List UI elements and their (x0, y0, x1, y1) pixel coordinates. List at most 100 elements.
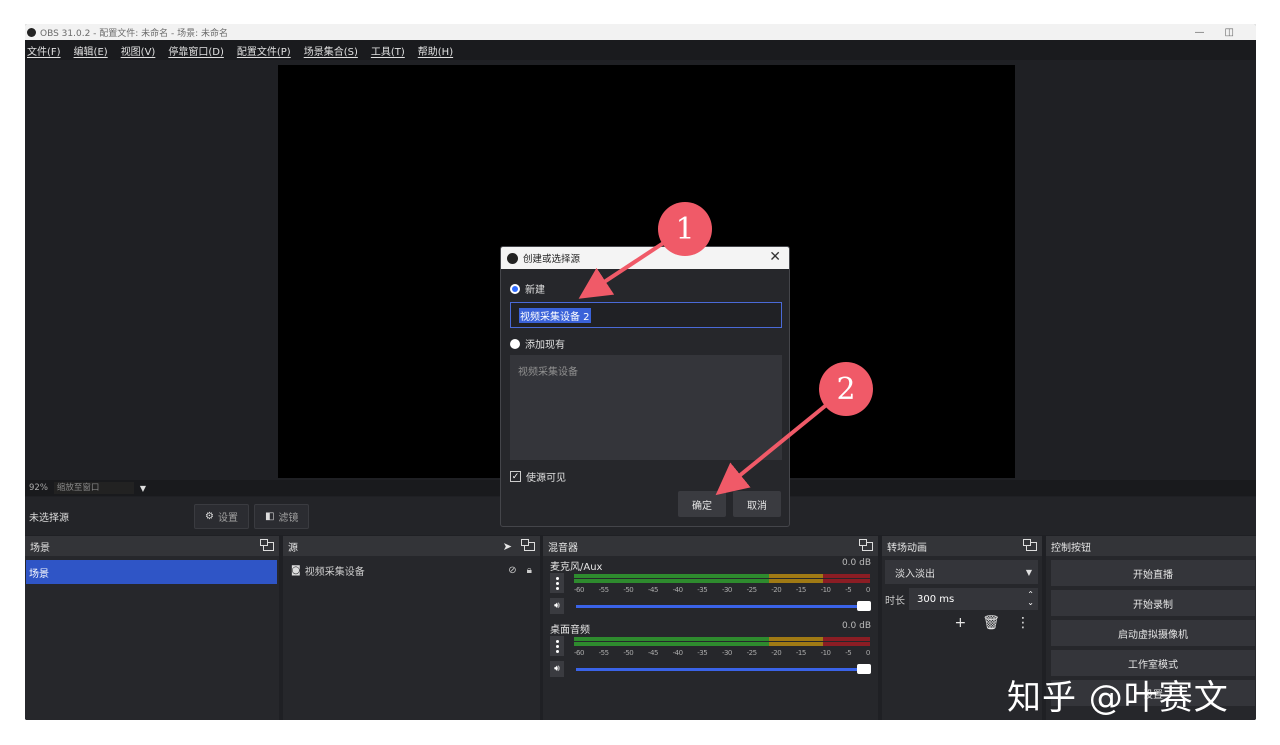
source-filters-button[interactable]: ◧ 滤镜 (253, 503, 310, 529)
meter-tick: -55 (598, 649, 609, 657)
source-list-item[interactable]: ◙ 视频采集设备 ⊘ 🔒︎ (283, 560, 540, 580)
undock-icon[interactable] (521, 538, 535, 551)
source-name: 视频采集设备 (304, 566, 365, 578)
window-title: OBS 31.0.2 - 配置文件: 未命名 - 场景: 未命名 (40, 28, 229, 39)
menu-scene-collection[interactable]: 场景集合(S) (304, 43, 358, 58)
gear-icon: ⚙ (205, 510, 214, 522)
volume-slider-handle[interactable] (857, 663, 871, 674)
speaker-icon[interactable]: 🔊︎ (550, 661, 564, 677)
lock-icon[interactable]: 🔒︎ (527, 565, 532, 576)
obs-logo-icon (507, 252, 518, 264)
volume-slider[interactable] (575, 663, 871, 674)
volume-slider[interactable] (575, 600, 871, 611)
duration-spinbox[interactable]: 300 ms ⌃ ⌄ (909, 588, 1038, 610)
mixer-channel-desktop: 桌面音频 0.0 dB -60 -55 -50 -45 -40 -35 -30 -25 -20-… (543, 619, 878, 678)
settings-label: 设置 (217, 512, 238, 524)
meter-tick: -5 (845, 586, 852, 594)
annotation-badge-2: 2 (819, 362, 873, 416)
menu-tools[interactable]: 工具(T) (371, 43, 405, 58)
ok-button[interactable]: 确定 (678, 491, 726, 517)
cancel-button[interactable]: 取消 (733, 491, 781, 517)
scenes-dock: 场景 场景 (25, 536, 279, 720)
mixer-channel-mic: 麦克风/Aux 0.0 dB -60 -55 -50 -45 -40 -35 -30 -25-… (543, 556, 878, 615)
create-select-source-dialog: 创建或选择源 ✕ 新建 视频采集设备 2 添加现有 视频采集设备 ✓ 使源可见 … (500, 246, 790, 527)
channel-menu-button[interactable] (550, 573, 564, 593)
channel-db: 0.0 dB (841, 621, 871, 631)
no-source-selected-label: 未选择源 (29, 512, 69, 524)
add-icon[interactable]: + (954, 615, 966, 631)
existing-sources-list[interactable]: 视频采集设备 (510, 355, 782, 460)
make-visible-checkbox[interactable]: ✓ 使源可见 (510, 469, 566, 484)
sources-dock: 源 ➤ ◙ 视频采集设备 ⊘ 🔒︎ (283, 536, 540, 720)
meter-tick: -35 (697, 586, 708, 594)
duration-label: 时长 (885, 595, 905, 607)
spin-arrows-icon[interactable]: ⌃ ⌄ (1027, 591, 1034, 607)
menu-bar: 文件(F) 编辑(E) 视图(V) 停靠窗口(D) 配置文件(P) 场景集合(S… (25, 40, 1256, 60)
meter-tick: -25 (746, 649, 757, 657)
existing-source-item[interactable]: 视频采集设备 (518, 363, 774, 378)
speaker-icon[interactable]: 🔊︎ (550, 598, 564, 614)
menu-help[interactable]: 帮助(H) (418, 43, 453, 58)
menu-file[interactable]: 文件(F) (27, 43, 61, 58)
zoom-dropdown-icon[interactable]: ▼ (140, 484, 146, 493)
meter-tick: -5 (845, 649, 852, 657)
channel-db: 0.0 dB (841, 558, 871, 568)
transition-select[interactable]: 淡入淡出 ▼ (885, 560, 1038, 584)
start-streaming-button[interactable]: 开始直播 (1051, 560, 1255, 586)
menu-view[interactable]: 视图(V) (121, 43, 156, 58)
undock-icon[interactable] (859, 538, 873, 551)
meter-tick: -30 (721, 649, 732, 657)
start-virtual-camera-button[interactable]: 启动虚拟摄像机 (1051, 620, 1255, 646)
chevron-down-icon: ▼ (1025, 567, 1032, 577)
trash-icon[interactable]: 🗑︎ (982, 615, 1000, 631)
more-vertical-icon[interactable]: ⋮ (1016, 615, 1030, 631)
meter-tick: -60 (574, 649, 584, 657)
meter-tick: -10 (820, 649, 831, 657)
new-source-label: 新建 (525, 285, 545, 296)
meter-tick: 0 (865, 586, 870, 594)
meter-ticks: -60 -55 -50 -45 -40 -35 -30 -25 -20 -15 -10 -5 0 (574, 586, 870, 594)
cursor-icon[interactable]: ➤ (503, 540, 512, 553)
undock-icon[interactable] (1023, 538, 1037, 551)
new-source-name-input[interactable]: 视频采集设备 2 (510, 302, 782, 328)
camera-icon: ◙ (291, 564, 301, 576)
meter-tick: -35 (697, 649, 708, 657)
meter-tick: -45 (647, 649, 658, 657)
zoom-percent: 92% (29, 483, 48, 493)
channel-name: 麦克风/Aux (550, 562, 603, 573)
meter-tick: -20 (771, 586, 782, 594)
menu-edit[interactable]: 编辑(E) (74, 43, 108, 58)
meter-tick: -50 (623, 586, 634, 594)
visibility-hidden-icon[interactable]: ⊘ (508, 565, 516, 576)
restore-button[interactable]: ◫ (1225, 27, 1234, 38)
volume-meter: -60 -55 -50 -45 -40 -35 -30 -25 -20 -15 -10 -5 0 (574, 571, 870, 594)
close-icon[interactable]: ✕ (769, 249, 781, 265)
add-existing-radio[interactable]: 添加现有 (510, 336, 565, 351)
meter-tick: -50 (623, 649, 634, 657)
undock-icon[interactable] (260, 538, 274, 551)
scene-list-item[interactable]: 场景 (26, 560, 277, 584)
duration-value: 300 ms (917, 593, 955, 605)
new-source-name-value: 视频采集设备 2 (519, 307, 591, 323)
new-source-radio[interactable]: 新建 (510, 281, 545, 296)
annotation-badge-1: 1 (658, 202, 712, 256)
zoom-mode-select[interactable]: 缩放至窗口 (53, 482, 134, 494)
minimize-button[interactable]: — (1195, 27, 1205, 38)
start-recording-button[interactable]: 开始录制 (1051, 590, 1255, 616)
meter-tick: -45 (647, 586, 658, 594)
channel-menu-button[interactable] (550, 636, 564, 656)
controls-dock-title: 控制按钮 (1051, 542, 1091, 554)
meter-tick: -15 (795, 649, 806, 657)
source-settings-button[interactable]: ⚙ 设置 (194, 503, 249, 529)
volume-meter: -60 -55 -50 -45 -40 -35 -30 -25 -20 -15 -10 -5 0 (574, 634, 870, 657)
meter-tick: -60 (574, 586, 584, 594)
make-visible-label: 使源可见 (526, 473, 566, 484)
filter-icon: ◧ (264, 510, 275, 522)
dialog-title: 创建或选择源 (523, 254, 581, 265)
volume-slider-handle[interactable] (857, 600, 871, 611)
meter-tick: -20 (771, 649, 782, 657)
checkbox-checked-icon: ✓ (510, 471, 521, 482)
meter-tick: -15 (795, 586, 806, 594)
menu-profile[interactable]: 配置文件(P) (237, 43, 291, 58)
menu-docks[interactable]: 停靠窗口(D) (168, 43, 224, 58)
